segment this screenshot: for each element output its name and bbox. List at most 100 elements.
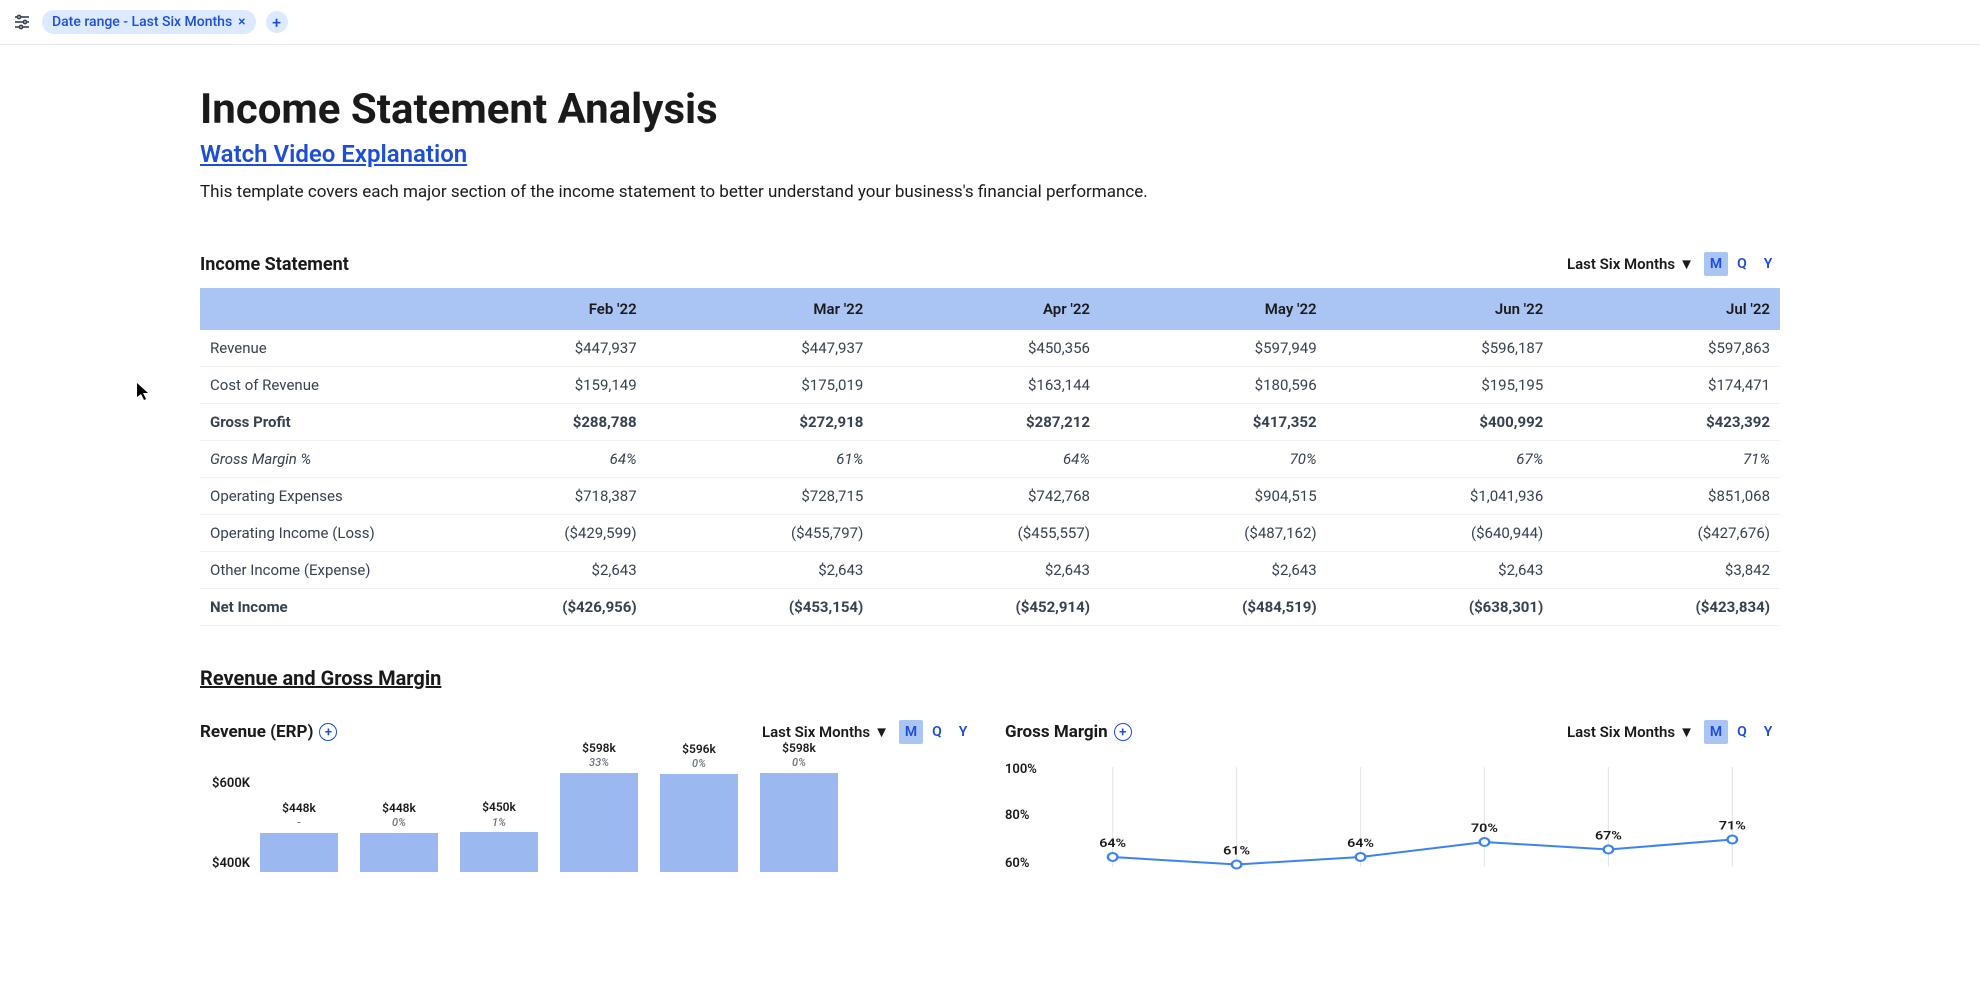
page-description: This template covers each major section … [200,182,1780,202]
cell-value: ($453,154) [647,589,874,626]
period-tab-m[interactable]: M [899,720,923,744]
cell-value: $1,041,936 [1327,478,1554,515]
chevron-down-icon: ▼ [874,723,889,741]
video-explanation-link[interactable]: Watch Video Explanation [200,140,467,168]
column-header: Jul '22 [1553,288,1780,330]
y-tick: $400K [212,856,250,871]
column-header: Jun '22 [1327,288,1554,330]
cell-value: $447,937 [647,330,874,367]
svg-text:67%: 67% [1595,830,1622,844]
income-table-controls: Last Six Months ▼ MQY [1567,252,1780,276]
income-section-header: Income Statement Last Six Months ▼ MQY [200,252,1780,276]
cell-value: 61% [647,441,874,478]
chart-title-text: Revenue (ERP) [200,722,313,742]
cell-value: $596,187 [1327,330,1554,367]
close-icon[interactable]: × [238,14,245,30]
table-row: Operating Expenses$718,387$728,715$742,7… [200,478,1780,515]
margin-chart-box: Gross Margin + Last Six Months ▼ MQY 100… [1005,720,1780,872]
cell-value: $2,643 [420,552,647,589]
plus-icon[interactable]: + [1114,723,1132,741]
cell-value: ($640,944) [1327,515,1554,552]
svg-text:70%: 70% [1471,822,1498,836]
cell-value: $159,149 [420,367,647,404]
period-tab-y[interactable]: Y [1756,720,1780,744]
cell-value: $288,788 [420,404,647,441]
bar-column: $598k0% [760,741,838,872]
revenue-chart-title: Revenue (ERP) + [200,722,337,742]
bar-label: $450k1% [482,800,516,829]
date-range-dropdown[interactable]: Last Six Months ▼ [1567,255,1694,273]
period-tab-y[interactable]: Y [951,720,975,744]
period-tab-m[interactable]: M [1704,720,1728,744]
cell-value: ($638,301) [1327,589,1554,626]
cell-value: $2,643 [873,552,1100,589]
filter-icon[interactable] [12,12,32,32]
period-tab-q[interactable]: Q [1730,252,1754,276]
cell-value: $400,992 [1327,404,1554,441]
plus-icon[interactable]: + [319,723,337,741]
cell-value: $447,937 [420,330,647,367]
column-header: Mar '22 [647,288,874,330]
table-row: Gross Profit$288,788$272,918$287,212$417… [200,404,1780,441]
margin-line-chart: 100% 80% 60% 64%61%64%70%67%71% [1005,762,1780,872]
row-label: Gross Profit [200,404,420,441]
table-row: Operating Income (Loss)($429,599)($455,7… [200,515,1780,552]
cell-value: $417,352 [1100,404,1327,441]
cell-value: 67% [1327,441,1554,478]
bar-label: $598k0% [782,741,816,770]
bar-label: $598k33% [582,741,616,770]
column-header: Feb '22 [420,288,647,330]
cell-value: 70% [1100,441,1327,478]
cell-value: ($455,797) [647,515,874,552]
cell-value: $450,356 [873,330,1100,367]
period-tab-y[interactable]: Y [1756,252,1780,276]
row-label: Net Income [200,589,420,626]
y-tick: $600K [212,776,250,791]
margin-range-dropdown[interactable]: Last Six Months ▼ [1567,723,1694,741]
row-label: Operating Income (Loss) [200,515,420,552]
bar [660,774,738,872]
y-tick: 100% [1005,762,1037,777]
row-label: Revenue [200,330,420,367]
svg-text:64%: 64% [1347,837,1374,851]
cell-value: $597,863 [1553,330,1780,367]
cell-value: ($429,599) [420,515,647,552]
table-row: Revenue$447,937$447,937$450,356$597,949$… [200,330,1780,367]
cell-value: ($423,834) [1553,589,1780,626]
margin-chart-title: Gross Margin + [1005,722,1132,742]
bar [460,832,538,872]
svg-text:64%: 64% [1099,837,1126,851]
bar [560,773,638,872]
topbar: Date range - Last Six Months × + [0,0,1980,45]
table-row: Other Income (Expense)$2,643$2,643$2,643… [200,552,1780,589]
period-tab-m[interactable]: M [1704,252,1728,276]
chevron-down-icon: ▼ [1679,723,1694,741]
cell-value: ($427,676) [1553,515,1780,552]
svg-text:71%: 71% [1719,820,1746,834]
table-header-row: Feb '22Mar '22Apr '22May '22Jun '22Jul '… [200,288,1780,330]
table-row: Gross Margin %64%61%64%70%67%71% [200,441,1780,478]
cell-value: $2,643 [1327,552,1554,589]
date-range-chip[interactable]: Date range - Last Six Months × [42,10,256,34]
cell-value: ($484,519) [1100,589,1327,626]
cell-value: $2,643 [1100,552,1327,589]
period-tab-q[interactable]: Q [925,720,949,744]
income-table-title: Income Statement [200,254,349,275]
cell-value: ($452,914) [873,589,1100,626]
period-tab-q[interactable]: Q [1730,720,1754,744]
y-tick: 80% [1005,808,1029,823]
page-title: Income Statement Analysis [200,85,1780,134]
cell-value: $175,019 [647,367,874,404]
row-label: Operating Expenses [200,478,420,515]
bar-label: $448k- [282,801,316,830]
bar-column: $450k1% [460,800,538,872]
cell-value: $3,842 [1553,552,1780,589]
page-content: Income Statement Analysis Watch Video Ex… [0,45,1980,872]
range-label: Last Six Months [762,723,870,741]
income-statement-table: Feb '22Mar '22Apr '22May '22Jun '22Jul '… [200,288,1780,626]
revenue-range-dropdown[interactable]: Last Six Months ▼ [762,723,889,741]
cell-value: $272,918 [647,404,874,441]
row-label: Other Income (Expense) [200,552,420,589]
add-filter-button[interactable]: + [266,11,288,33]
bar-column: $448k0% [360,801,438,872]
